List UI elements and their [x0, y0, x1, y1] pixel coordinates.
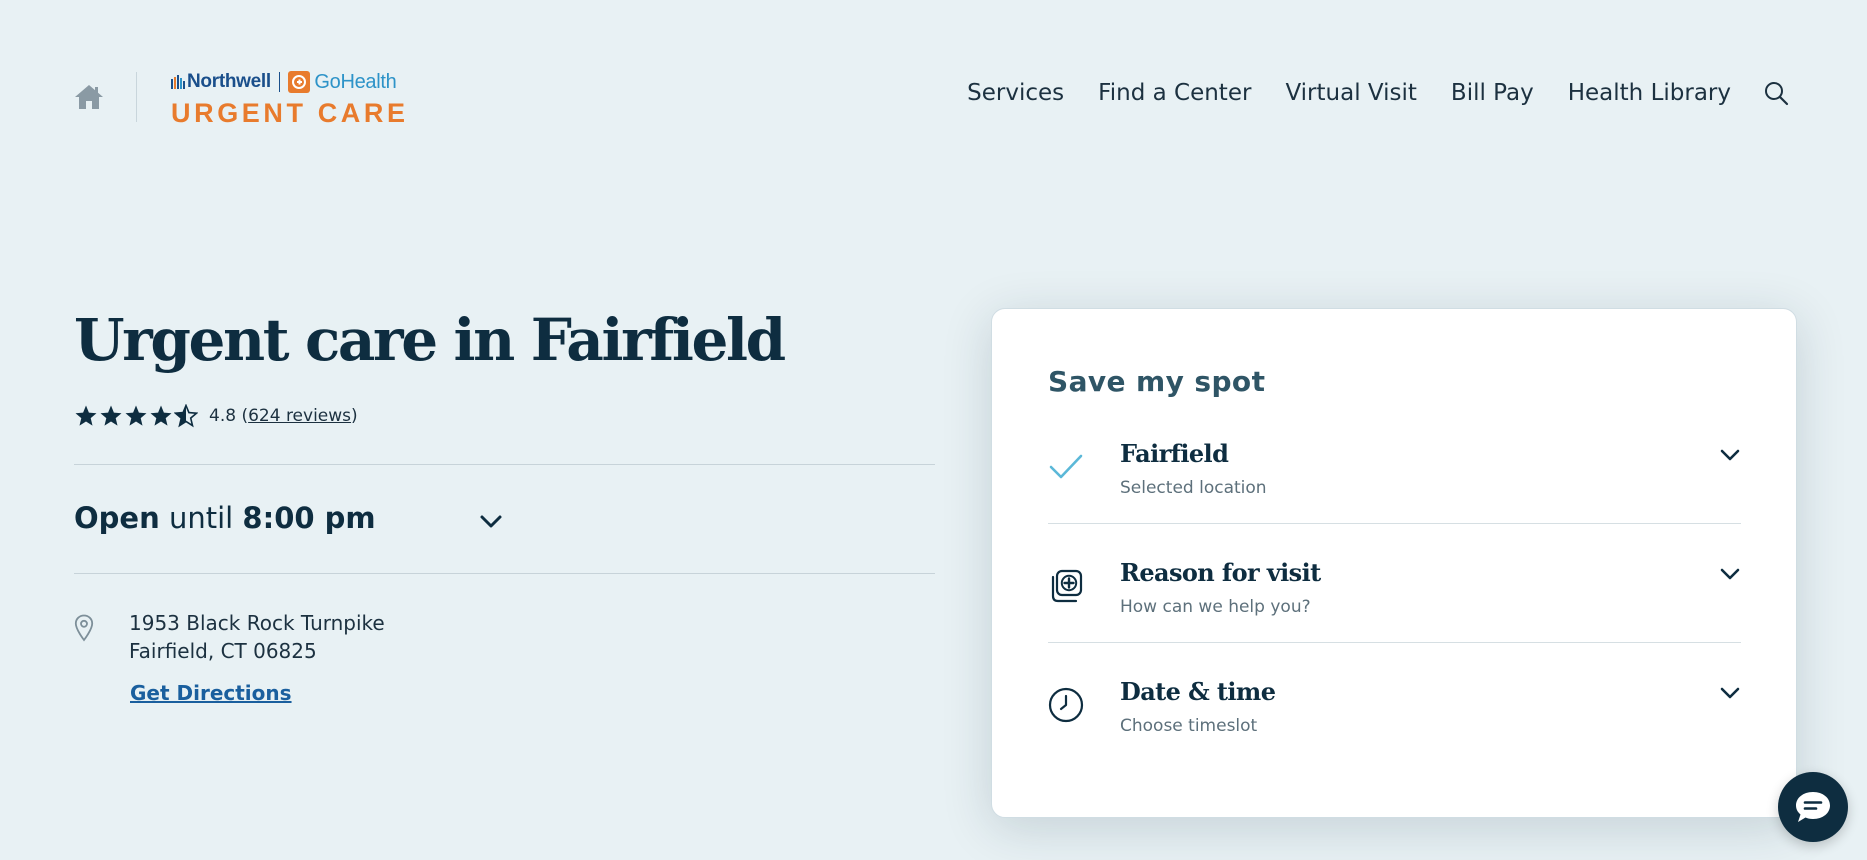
divider: [74, 464, 935, 465]
nav-health-library[interactable]: Health Library: [1568, 80, 1731, 106]
save-my-spot-card: Save my spot Fairfield Selected location…: [991, 308, 1797, 818]
chevron-down-icon[interactable]: [1719, 683, 1741, 703]
header-divider: [136, 72, 137, 122]
star-icon: [150, 405, 172, 426]
star-half-icon: [174, 404, 198, 428]
clock-icon: [1048, 687, 1084, 723]
rating-paren-open: (: [236, 406, 249, 426]
location-pin-icon: [74, 614, 94, 642]
divider: [74, 573, 935, 574]
chat-bubble-icon: [1796, 792, 1830, 822]
rating-value: 4.8: [209, 406, 237, 426]
logo-gohealth-text: GoHealth: [314, 70, 397, 93]
nav-virtual-visit[interactable]: Virtual Visit: [1285, 80, 1416, 106]
star-icon: [100, 405, 122, 426]
address: 1953 Black Rock Turnpike Fairfield, CT 0…: [129, 609, 385, 665]
logo-urgent-care-text: URGENT CARE: [171, 98, 409, 128]
nav-find-a-center[interactable]: Find a Center: [1098, 80, 1251, 106]
open-status: Open: [74, 501, 160, 535]
chat-button[interactable]: [1778, 772, 1848, 842]
main-nav: Services Find a Center Virtual Visit Bil…: [933, 80, 1789, 106]
address-line2: Fairfield, CT 06825: [129, 639, 317, 663]
step-location[interactable]: Fairfield Selected location: [1048, 439, 1741, 557]
chevron-down-icon[interactable]: [1719, 445, 1741, 465]
home-icon[interactable]: [74, 84, 104, 110]
page-title: Urgent care in Fairfield: [74, 306, 786, 374]
reviews-link[interactable]: 624 reviews: [248, 406, 351, 426]
star-rating: [74, 404, 199, 428]
card-title: Save my spot: [1048, 365, 1266, 398]
medical-plus-icon: [1051, 569, 1083, 603]
chevron-down-icon[interactable]: [478, 510, 504, 532]
search-icon[interactable]: [1763, 80, 1789, 106]
step-reason-subtitle: How can we help you?: [1120, 597, 1311, 617]
address-line1: 1953 Black Rock Turnpike: [129, 611, 385, 635]
chevron-down-icon[interactable]: [1719, 564, 1741, 584]
step-date-time-title: Date & time: [1120, 677, 1276, 706]
step-date-time[interactable]: Date & time Choose timeslot: [1048, 677, 1741, 795]
step-location-title: Fairfield: [1120, 439, 1229, 468]
logo-northwell-text: Northwell: [187, 71, 271, 92]
hours-status[interactable]: Open until 8:00 pm: [74, 501, 376, 535]
check-icon: [1049, 454, 1083, 479]
step-reason-title: Reason for visit: [1120, 558, 1321, 587]
step-divider: [1048, 642, 1741, 643]
logo-separator: [278, 72, 281, 92]
northwell-mark-icon: [171, 75, 185, 89]
step-location-subtitle: Selected location: [1120, 478, 1267, 498]
hours-connector: until: [168, 501, 234, 535]
northwell-gohealth-logo[interactable]: Northwell GoHealth URGENT CARE: [171, 70, 431, 130]
rating: 4.8 ( 624 reviews ): [74, 404, 358, 428]
star-icon: [75, 405, 97, 426]
star-icon: [125, 405, 147, 426]
get-directions-link[interactable]: Get Directions: [130, 681, 292, 705]
gohealth-badge-icon: [288, 71, 311, 93]
step-reason[interactable]: Reason for visit How can we help you?: [1048, 558, 1741, 676]
step-divider: [1048, 523, 1741, 524]
step-date-time-subtitle: Choose timeslot: [1120, 716, 1258, 736]
closing-time: 8:00 pm: [242, 501, 376, 535]
rating-paren-close: ): [351, 406, 358, 426]
nav-services[interactable]: Services: [967, 80, 1064, 106]
nav-bill-pay[interactable]: Bill Pay: [1451, 80, 1534, 106]
